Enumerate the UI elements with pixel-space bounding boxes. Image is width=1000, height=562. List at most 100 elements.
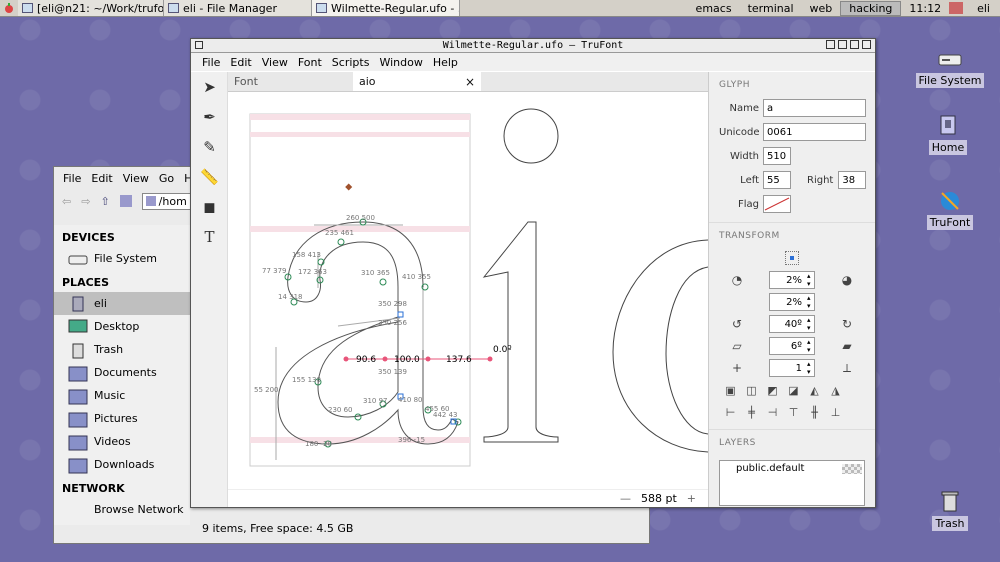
align-left-icon[interactable]: ⊢ <box>723 406 738 419</box>
shapes-tool-icon[interactable]: ◼ <box>191 192 228 222</box>
glyph-section-header: GLYPH <box>719 80 750 90</box>
back-arrow-icon[interactable]: ⇦ <box>62 195 71 208</box>
desktop-icon-trufont[interactable]: TruFont <box>915 187 985 230</box>
skew-left-icon[interactable]: ▱ <box>729 339 745 353</box>
intersect-icon[interactable]: ◩ <box>765 384 780 397</box>
mirror-icon[interactable]: ⟂ <box>839 361 855 376</box>
volume-icon[interactable] <box>949 2 964 14</box>
taskbar-terminal[interactable]: [eli@n21: ~/Work/trufo... <box>18 0 164 16</box>
maximize-button[interactable] <box>838 40 847 49</box>
glyph-i-dot <box>503 108 559 164</box>
scale-x-field[interactable]: 2% <box>769 271 815 289</box>
rotate-ccw-icon[interactable]: ↺ <box>729 317 745 331</box>
move-icon[interactable]: + <box>729 361 745 375</box>
align-center-icon[interactable]: ╪ <box>744 406 759 419</box>
selection-tool-icon[interactable]: ➤ <box>191 72 228 102</box>
launcher-emacs[interactable]: emacs <box>688 2 740 15</box>
point-coordinate-label: 410 355 <box>402 273 431 281</box>
point-coordinate-label: 235 461 <box>325 229 354 237</box>
fm-menu-file[interactable]: File <box>58 172 86 185</box>
tf-menu-help[interactable]: Help <box>428 56 463 69</box>
tf-menu-scripts[interactable]: Scripts <box>327 56 375 69</box>
desktop-icon-home[interactable]: Home <box>913 112 983 155</box>
scale-down-icon[interactable]: ◔ <box>729 273 745 287</box>
close-button[interactable] <box>862 40 871 49</box>
sidebar-item-filesystem[interactable]: File System <box>54 247 190 270</box>
flag-color-swatch[interactable] <box>763 195 791 213</box>
taskbar-trufont[interactable]: Wilmette-Regular.ufo - ... <box>312 0 460 16</box>
rotate-cw-icon[interactable]: ↻ <box>839 317 855 331</box>
left-sidebearing-field[interactable]: 55 <box>763 171 791 189</box>
sidebar-item-browse-network[interactable]: Browse Network <box>54 498 190 521</box>
launcher-terminal[interactable]: terminal <box>740 2 802 15</box>
layer-color-swatch[interactable] <box>842 463 862 474</box>
scale-up-icon[interactable]: ◕ <box>839 273 855 287</box>
sidebar-item-documents[interactable]: Documents <box>54 361 190 384</box>
align-bottom-icon[interactable]: ⊥ <box>828 406 843 419</box>
shade-button[interactable] <box>850 40 859 49</box>
measure-angle: 0.0º <box>493 345 512 355</box>
ruler-tool-icon[interactable]: 📏 <box>191 162 228 192</box>
subtract-icon[interactable]: ◫ <box>744 384 759 397</box>
align-top-icon[interactable]: ⊤ <box>786 406 801 419</box>
up-arrow-icon[interactable]: ⇧ <box>100 195 109 208</box>
rotate-field[interactable]: 40º <box>769 315 815 333</box>
forward-arrow-icon[interactable]: ⇨ <box>81 195 90 208</box>
skew-field[interactable]: 6º <box>769 337 815 355</box>
align-middle-icon[interactable]: ╫ <box>807 406 822 419</box>
trufont-window: Wilmette-Regular.ufo – TruFont File Edit… <box>190 38 876 508</box>
home-nav-icon[interactable] <box>119 195 132 207</box>
desktop-icon-trash[interactable]: Trash <box>915 488 985 531</box>
unicode-field[interactable]: 0061 <box>763 123 866 141</box>
sidebar-item-pictures[interactable]: Pictures <box>54 407 190 430</box>
sidebar-item-eli[interactable]: eli <box>54 292 190 315</box>
tf-menu-view[interactable]: View <box>257 56 293 69</box>
desktop-icon-filesystem[interactable]: File System <box>915 45 985 88</box>
sidebar-item-music[interactable]: Music <box>54 384 190 407</box>
glyph-canvas[interactable]: 260 500 235 461 158 413 77 379 172 363 310 36… <box>228 92 708 489</box>
zoom-out-button[interactable]: — <box>620 492 631 505</box>
fm-menu-edit[interactable]: Edit <box>86 172 117 185</box>
union-icon[interactable]: ▣ <box>723 384 738 397</box>
apple-menu-icon[interactable] <box>0 0 18 16</box>
layer-item[interactable]: public.default <box>720 461 864 474</box>
launcher-hacking[interactable]: hacking <box>840 0 902 16</box>
tab-aio[interactable]: aio × <box>353 72 481 91</box>
window-menu-button[interactable] <box>195 41 203 49</box>
text-tool-icon[interactable]: T <box>191 222 228 252</box>
knife-tool-icon[interactable]: ✎ <box>191 132 228 162</box>
flip-vertical-icon[interactable]: ◮ <box>828 384 843 397</box>
flip-horizontal-icon[interactable]: ◭ <box>807 384 822 397</box>
zoom-in-button[interactable]: + <box>687 492 696 505</box>
align-right-icon[interactable]: ⊣ <box>765 406 780 419</box>
launcher-web[interactable]: web <box>802 2 841 15</box>
fm-menu-go[interactable]: Go <box>154 172 179 185</box>
tf-menu-font[interactable]: Font <box>293 56 327 69</box>
sidebar-item-desktop[interactable]: Desktop <box>54 315 190 338</box>
close-tab-icon[interactable]: × <box>465 75 475 89</box>
scale-y-field[interactable]: 2% <box>769 293 815 311</box>
name-field[interactable]: a <box>763 99 866 117</box>
fm-status-bar: 9 items, Free space: 4.5 GB <box>202 522 354 535</box>
tab-font[interactable]: Font <box>228 72 353 91</box>
sidebar-item-videos[interactable]: Videos <box>54 430 190 453</box>
tf-menu-file[interactable]: File <box>197 56 225 69</box>
tf-menu-edit[interactable]: Edit <box>225 56 256 69</box>
snap-field[interactable]: 1 <box>769 359 815 377</box>
xor-icon[interactable]: ◪ <box>786 384 801 397</box>
minimize-button[interactable] <box>826 40 835 49</box>
pen-tool-icon[interactable]: ✒ <box>191 102 228 132</box>
anchor-point[interactable] <box>345 183 353 191</box>
location-bar[interactable]: /hom <box>141 192 191 210</box>
width-field[interactable]: 510 <box>763 147 791 165</box>
sidebar-item-trash[interactable]: Trash <box>54 338 190 361</box>
skew-right-icon[interactable]: ▰ <box>839 339 855 353</box>
downloads-folder-icon <box>68 458 88 473</box>
taskbar-file-manager[interactable]: eli - File Manager <box>164 0 312 16</box>
sidebar-item-downloads[interactable]: Downloads <box>54 453 190 476</box>
origin-selector-icon[interactable] <box>785 251 799 265</box>
layer-name: public.default <box>736 463 805 474</box>
right-sidebearing-field[interactable]: 38 <box>838 171 867 189</box>
fm-menu-view[interactable]: View <box>118 172 154 185</box>
tf-menu-window[interactable]: Window <box>374 56 427 69</box>
